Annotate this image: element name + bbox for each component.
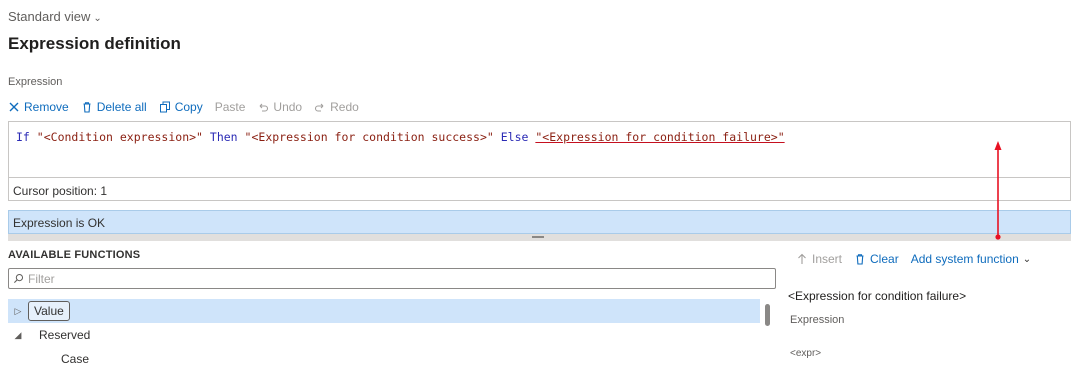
tree-scrollbar[interactable]: [765, 304, 770, 326]
tree-node-reserved[interactable]: ◢ Reserved: [8, 323, 760, 347]
trash-icon: [856, 254, 864, 265]
expression-status: Expression is OK: [8, 210, 1071, 234]
condition-placeholder: "<Condition expression>": [36, 130, 203, 144]
redo-button-label: Redo: [330, 100, 359, 114]
parameter-expression: <expr>: [790, 348, 822, 359]
remove-button[interactable]: Remove: [8, 100, 69, 114]
delete-all-button[interactable]: Delete all: [81, 100, 147, 114]
chevron-right-icon[interactable]: ▷: [8, 306, 28, 317]
copy-icon: [159, 101, 170, 113]
undo-icon: [260, 103, 269, 112]
then-keyword: Then: [209, 130, 238, 144]
parameter-description: Expression: [790, 314, 845, 326]
editor-divider: [9, 177, 1070, 178]
expression-editor[interactable]: If "<Condition expression>" Then "<Expre…: [8, 121, 1071, 201]
caret-down-icon[interactable]: ◢: [8, 330, 28, 341]
cursor-position: Cursor position: 1: [13, 184, 108, 198]
else-keyword: Else: [500, 130, 529, 144]
page-title: Expression definition: [8, 34, 181, 53]
add-system-function-label: Add system function: [910, 252, 1019, 266]
view-selector-label: Standard view: [8, 9, 91, 24]
expression-code[interactable]: If "<Condition expression>" Then "<Expre…: [16, 130, 785, 144]
available-functions-title: AVAILABLE FUNCTIONS: [8, 249, 141, 261]
filter-field[interactable]: [8, 268, 776, 289]
view-selector[interactable]: Standard view ⌄: [8, 9, 102, 24]
copy-button[interactable]: Copy: [159, 100, 203, 114]
arrow-up-icon: [798, 253, 806, 264]
tree-node-label: Reserved: [39, 328, 91, 342]
insert-button[interactable]: Insert: [796, 252, 842, 266]
tree-node-value[interactable]: ▷ Value: [8, 299, 760, 323]
tree-node-label: Case: [61, 352, 90, 366]
splitter-grip-icon: [532, 236, 544, 238]
paste-button-label: Paste: [214, 100, 246, 114]
failure-placeholder[interactable]: "<Expression for condition failure>": [535, 130, 784, 144]
remove-button-label: Remove: [24, 100, 69, 114]
expression-toolbar: Remove Delete all Copy Paste Undo Redo: [8, 100, 359, 114]
success-placeholder: "<Expression for condition success>": [244, 130, 494, 144]
functions-tree: ▷ Value ◢ Reserved Case: [8, 299, 760, 371]
paste-button[interactable]: Paste: [215, 100, 246, 114]
tree-node-label: Value: [28, 301, 70, 321]
close-icon: [9, 102, 19, 112]
filter-input[interactable]: [28, 271, 768, 286]
redo-button[interactable]: Redo: [314, 100, 359, 114]
tree-node-case[interactable]: Case: [8, 347, 760, 371]
chevron-down-icon: ⌄: [93, 13, 102, 24]
trash-icon: [83, 102, 91, 113]
copy-button-label: Copy: [174, 100, 203, 114]
parameter-toolbar: Insert Clear Add system function ⌄: [796, 252, 1031, 266]
add-system-function-button[interactable]: Add system function ⌄: [911, 252, 1031, 266]
delete-all-button-label: Delete all: [96, 100, 147, 114]
search-icon: [13, 273, 24, 284]
expression-section-label: Expression: [8, 76, 63, 88]
if-keyword: If: [16, 130, 30, 144]
clear-button-label: Clear: [870, 252, 899, 266]
undo-button-label: Undo: [273, 100, 303, 114]
chevron-down-icon: ⌄: [1022, 253, 1032, 265]
clear-button[interactable]: Clear: [854, 252, 899, 266]
redo-icon: [315, 103, 324, 112]
undo-button[interactable]: Undo: [257, 100, 302, 114]
insert-button-label: Insert: [812, 252, 843, 266]
parameter-title: <Expression for condition failure>: [788, 289, 967, 303]
pane-splitter[interactable]: [8, 234, 1071, 241]
